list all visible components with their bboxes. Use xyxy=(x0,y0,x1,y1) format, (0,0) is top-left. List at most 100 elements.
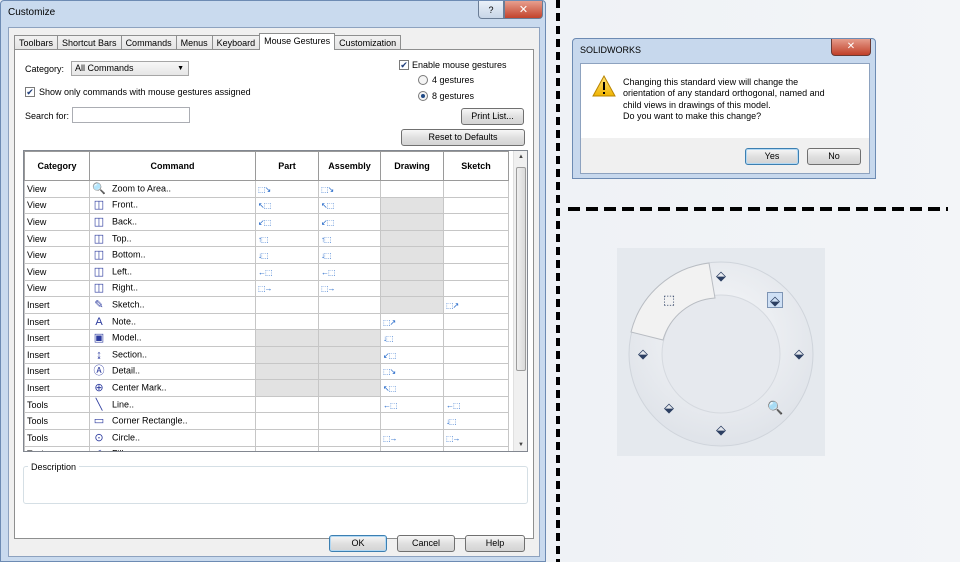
drawing-gesture-cell[interactable]: ⬚→ xyxy=(380,428,444,447)
assembly-gesture-cell[interactable] xyxy=(318,395,381,414)
table-row[interactable]: View ◫ Back.. ↙⬚ ↙⬚ xyxy=(24,213,509,231)
cancel-button[interactable]: Cancel xyxy=(397,535,455,552)
wheel-isometric-icon[interactable]: ⬚ xyxy=(661,292,677,308)
enable-gestures-checkbox[interactable]: ✔ xyxy=(399,60,409,70)
drawing-gesture-cell[interactable] xyxy=(380,213,444,231)
tab-menus[interactable]: Menus xyxy=(175,35,213,50)
sketch-gesture-cell[interactable] xyxy=(443,262,509,281)
drawing-gesture-cell[interactable]: ↓⬚ xyxy=(380,329,444,347)
wheel-front-icon[interactable]: ⬙ xyxy=(791,346,807,362)
scroll-down-arrow-icon[interactable]: ▼ xyxy=(514,442,527,448)
part-gesture-cell[interactable] xyxy=(255,379,319,397)
tab-mouse-gestures[interactable]: Mouse Gestures xyxy=(259,33,336,50)
help-button[interactable]: Help xyxy=(465,535,525,552)
close-button[interactable]: ✕ xyxy=(504,1,543,19)
drawing-gesture-cell[interactable]: ←⬚ xyxy=(380,395,444,414)
print-list-button[interactable]: Print List... xyxy=(461,108,524,125)
tab-toolbars[interactable]: Toolbars xyxy=(14,35,59,50)
table-row[interactable]: View ◫ Left.. ←⬚ ←⬚ xyxy=(24,262,509,281)
assembly-gesture-cell[interactable] xyxy=(318,312,381,331)
part-gesture-cell[interactable] xyxy=(255,312,319,331)
part-gesture-cell[interactable]: ↙⬚ xyxy=(255,213,319,231)
table-row[interactable]: Insert Ⓐ Detail.. ⬚↘ xyxy=(24,362,509,381)
sketch-gesture-cell[interactable]: ⬚↗ xyxy=(443,296,509,314)
assembly-gesture-cell[interactable]: ⬚→ xyxy=(318,279,381,298)
search-input[interactable] xyxy=(72,107,190,123)
drawing-gesture-cell[interactable] xyxy=(380,262,444,281)
part-gesture-cell[interactable]: ↖⬚ xyxy=(255,196,319,215)
column-header-assembly[interactable]: Assembly xyxy=(318,151,381,181)
table-row[interactable]: Insert ↨ Section.. ↙⬚ xyxy=(24,345,509,364)
table-row[interactable]: Tools ⊙ Circle.. ⬚→ ⬚→ xyxy=(24,428,509,447)
wheel-left-icon[interactable]: ⬙ xyxy=(635,346,651,362)
part-gesture-cell[interactable] xyxy=(255,329,319,347)
drawing-gesture-cell[interactable] xyxy=(380,445,444,451)
column-header-sketch[interactable]: Sketch xyxy=(443,151,509,181)
sketch-gesture-cell[interactable] xyxy=(443,246,509,264)
part-gesture-cell[interactable] xyxy=(255,428,319,447)
sketch-gesture-cell[interactable]: ←⬚ xyxy=(443,395,509,414)
drawing-gesture-cell[interactable]: ↖⬚ xyxy=(380,379,444,397)
table-row[interactable]: Insert A Note.. ⬚↗ xyxy=(24,312,509,331)
column-header-part[interactable]: Part xyxy=(255,151,319,181)
table-row[interactable]: Insert ✎ Sketch.. ⬚↗ xyxy=(24,296,509,314)
assembly-gesture-cell[interactable] xyxy=(318,296,381,314)
category-select[interactable]: All Commands ▼ xyxy=(71,61,189,76)
part-gesture-cell[interactable] xyxy=(255,445,319,451)
tab-keyboard[interactable]: Keyboard xyxy=(211,35,261,50)
part-gesture-cell[interactable]: ⬚↘ xyxy=(255,180,319,198)
tab-shortcut-bars[interactable]: Shortcut Bars xyxy=(57,35,122,50)
8-gestures-radio[interactable] xyxy=(418,91,428,101)
drawing-gesture-cell[interactable] xyxy=(380,180,444,198)
assembly-gesture-cell[interactable]: ⬚↘ xyxy=(318,180,381,198)
drawing-gesture-cell[interactable] xyxy=(380,229,444,248)
scroll-up-arrow-icon[interactable]: ▲ xyxy=(514,154,527,160)
dialog-close-button[interactable]: ✕ xyxy=(831,39,871,56)
assembly-gesture-cell[interactable]: ↑⬚ xyxy=(318,229,381,248)
table-row[interactable]: View 🔍 Zoom to Area.. ⬚↘ ⬚↘ xyxy=(24,180,509,198)
table-row[interactable]: Insert ▣ Model.. ↓⬚ xyxy=(24,329,509,347)
part-gesture-cell[interactable] xyxy=(255,296,319,314)
sketch-gesture-cell[interactable]: ⬚→ xyxy=(443,428,509,447)
drawing-gesture-cell[interactable] xyxy=(380,196,444,215)
assembly-gesture-cell[interactable] xyxy=(318,362,381,381)
drawing-gesture-cell[interactable] xyxy=(380,296,444,314)
drawing-gesture-cell[interactable]: ⬚↗ xyxy=(380,312,444,331)
sketch-gesture-cell[interactable]: ⬚ xyxy=(443,445,509,451)
table-row[interactable]: View ◫ Front.. ↖⬚ ↖⬚ xyxy=(24,196,509,215)
sketch-gesture-cell[interactable]: ↓⬚ xyxy=(443,412,509,430)
wheel-top-icon[interactable]: ⬙ xyxy=(713,268,729,284)
assembly-gesture-cell[interactable] xyxy=(318,412,381,430)
table-row[interactable]: Tools ▭ Corner Rectangle.. ↓⬚ xyxy=(24,412,509,430)
assembly-gesture-cell[interactable] xyxy=(318,379,381,397)
drawing-gesture-cell[interactable] xyxy=(380,246,444,264)
table-row[interactable]: Insert ⊕ Center Mark.. ↖⬚ xyxy=(24,379,509,397)
help-title-button[interactable]: ? xyxy=(478,1,504,19)
sketch-gesture-cell[interactable] xyxy=(443,329,509,347)
scroll-thumb[interactable] xyxy=(516,167,526,371)
sketch-gesture-cell[interactable] xyxy=(443,229,509,248)
tab-customization[interactable]: Customization xyxy=(334,35,402,50)
show-only-checkbox[interactable]: ✔ xyxy=(25,87,35,97)
sketch-gesture-cell[interactable] xyxy=(443,279,509,298)
sketch-gesture-cell[interactable] xyxy=(443,379,509,397)
sketch-gesture-cell[interactable] xyxy=(443,180,509,198)
column-header-command[interactable]: Command xyxy=(89,151,256,181)
table-row[interactable]: View ◫ Top.. ↑⬚ ↑⬚ xyxy=(24,229,509,248)
tab-commands[interactable]: Commands xyxy=(120,35,177,50)
part-gesture-cell[interactable] xyxy=(255,395,319,414)
part-gesture-cell[interactable]: ↓⬚ xyxy=(255,246,319,264)
part-gesture-cell[interactable] xyxy=(255,362,319,381)
assembly-gesture-cell[interactable]: ↙⬚ xyxy=(318,213,381,231)
column-header-category[interactable]: Category xyxy=(24,151,90,181)
table-row[interactable]: View ◫ Bottom.. ↓⬚ ↓⬚ xyxy=(24,246,509,264)
wheel-right-icon[interactable]: ⬙ xyxy=(767,292,783,308)
wheel-zoom-icon[interactable]: 🔍 xyxy=(767,400,783,416)
yes-button[interactable]: Yes xyxy=(745,148,799,165)
column-header-drawing[interactable]: Drawing xyxy=(380,151,444,181)
drawing-gesture-cell[interactable]: ↙⬚ xyxy=(380,345,444,364)
assembly-gesture-cell[interactable] xyxy=(318,329,381,347)
assembly-gesture-cell[interactable] xyxy=(318,345,381,364)
reset-defaults-button[interactable]: Reset to Defaults xyxy=(401,129,525,146)
wheel-back-icon[interactable]: ⬙ xyxy=(661,400,677,416)
